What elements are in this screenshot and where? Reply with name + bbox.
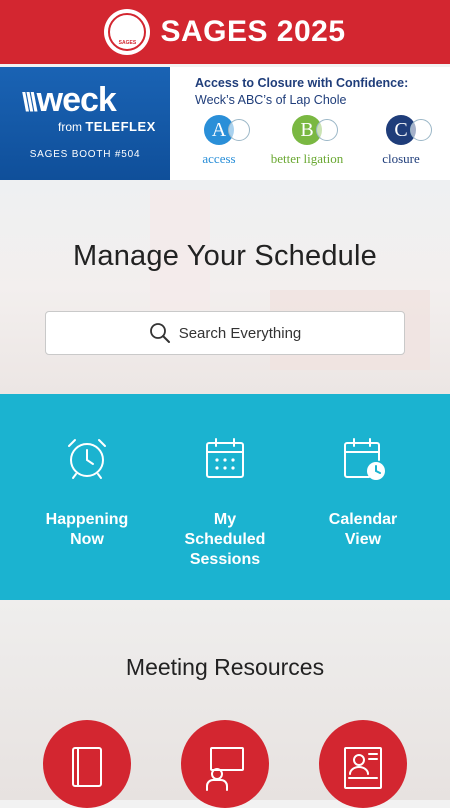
tile-happening-now[interactable]: Happening Now: [22, 434, 152, 550]
weck-wordmark: \\\weck: [22, 81, 117, 119]
tile-label-line: Sessions: [189, 551, 261, 568]
weck-ad-panel: \\\weck from TELEFLEX SAGES BOOTH #504: [0, 67, 170, 180]
search-placeholder: Search Everything: [178, 324, 302, 342]
step-c-label: closure: [382, 151, 420, 166]
tile-label-line: View: [344, 531, 382, 548]
tile-calendar-view[interactable]: Calendar View: [298, 434, 428, 550]
tile-label: Happening Now: [22, 510, 152, 550]
tile-label: My Scheduled Sessions: [160, 510, 290, 570]
step-access: A access: [179, 115, 259, 167]
sponsor-banner[interactable]: \\\weck from TELEFLEX SAGES BOOTH #504 A…: [0, 67, 450, 180]
seal-inner: SAGES: [108, 13, 147, 51]
step-c-circle: C: [386, 115, 432, 145]
step-a-label: access: [202, 151, 236, 166]
resource-poster-button[interactable]: [319, 720, 407, 808]
calendar-grid-icon: [206, 438, 244, 478]
hero-title: Manage Your Schedule: [73, 240, 377, 272]
tile-label-line: Calendar: [328, 511, 398, 528]
tile-label-line: Happening: [45, 511, 129, 528]
resource-presenter-button[interactable]: [181, 720, 269, 808]
app-title: SAGES 2025: [160, 15, 346, 48]
tile-label-line: Scheduled: [184, 531, 266, 548]
calendar-clock-icon: [344, 438, 385, 480]
meeting-resources-section: Meeting Resources: [0, 600, 450, 808]
banner-headline: Access to Closure with Confidence:: [195, 76, 409, 90]
step-a-circle: A: [204, 115, 250, 145]
hero-section: Manage Your Schedule Search Everything: [0, 180, 450, 394]
app-header: SAGES SAGES 2025: [0, 0, 450, 64]
search-icon: [149, 323, 170, 343]
booth-number: SAGES BOOTH #504: [29, 149, 141, 160]
poster-board-icon: [344, 747, 382, 789]
sages-logo: SAGES: [104, 9, 151, 55]
book-icon: [72, 747, 102, 787]
weck-from-line: from TELEFLEX: [58, 119, 156, 134]
resource-book-button[interactable]: [43, 720, 131, 808]
alarm-clock-icon: [68, 439, 106, 479]
quick-links-panel: Happening Now My Scheduled Sessions Cale…: [0, 394, 450, 600]
presenter-screen-icon: [206, 747, 244, 791]
tile-label: Calendar View: [298, 510, 428, 550]
search-bar[interactable]: Search Everything: [45, 311, 405, 355]
resources-title: Meeting Resources: [125, 654, 325, 680]
step-closure: C closure: [361, 115, 441, 167]
banner-subheadline: Weck’s ABC’s of Lap Chole: [195, 93, 347, 107]
step-b-circle: B: [292, 115, 338, 145]
step-better-ligation: B better ligation: [267, 115, 347, 167]
abc-ad-panel: Access to Closure with Confidence: Weck’…: [175, 67, 450, 180]
tile-label-line: My: [213, 511, 237, 528]
step-b-label: better ligation: [270, 151, 344, 166]
tile-my-scheduled-sessions[interactable]: My Scheduled Sessions: [160, 434, 290, 570]
tile-label-line: Now: [70, 531, 104, 548]
